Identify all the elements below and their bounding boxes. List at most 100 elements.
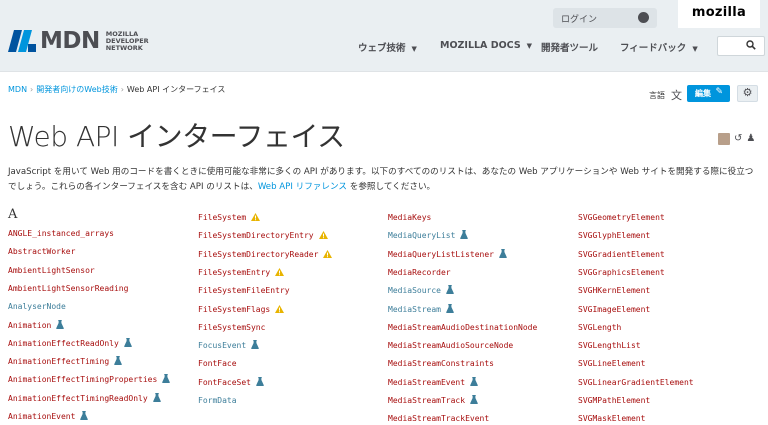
breadcrumb-separator: › — [30, 85, 34, 94]
interface-link[interactable]: SVGGradientElement — [578, 249, 665, 261]
mdn-logo[interactable]: MDN MOZILLA DEVELOPER NETWORK — [8, 28, 166, 54]
interface-link[interactable]: MediaKeys — [388, 212, 431, 224]
watch-icon[interactable]: ♟ — [746, 133, 755, 145]
login-label: ログイン — [561, 15, 598, 25]
interface-link[interactable]: SVGMPathElement — [578, 395, 650, 407]
interface-link[interactable]: ANGLE_instanced_arrays — [8, 228, 114, 240]
interface-link[interactable]: AbstractWorker — [8, 246, 75, 258]
interface-link[interactable]: SVGHKernElement — [578, 285, 650, 297]
interface-link[interactable]: SVGLineElement — [578, 358, 645, 370]
breadcrumb-link-mdn[interactable]: MDN — [8, 85, 27, 94]
interface-link[interactable]: SVGGlyphElement — [578, 230, 650, 242]
interface-link[interactable]: MediaStreamConstraints — [388, 358, 494, 370]
chevron-down-icon: ▼ — [692, 45, 698, 53]
interface-link[interactable]: MediaStream — [388, 304, 454, 316]
interface-link[interactable]: FileSystemDirectoryReader — [198, 249, 333, 261]
language-label[interactable]: 言語 — [649, 90, 665, 101]
interface-link[interactable]: MediaSource — [388, 285, 454, 297]
experimental-flask-icon — [114, 356, 122, 365]
interface-link[interactable]: AmbientLightSensorReading — [8, 283, 128, 295]
interface-name: MediaQueryList — [388, 231, 456, 240]
interface-link[interactable]: FileSystem — [198, 212, 261, 224]
interface-link[interactable]: AnimationEffectTimingProperties — [8, 374, 171, 386]
interface-link[interactable]: MediaStreamTrackEvent — [388, 413, 489, 425]
interface-link[interactable]: SVGImageElement — [578, 304, 650, 316]
interface-link[interactable]: SVGLengthList — [578, 340, 641, 352]
web-api-reference-link[interactable]: Web API リファレンス — [258, 182, 347, 192]
interface-name: MediaRecorder — [388, 268, 451, 277]
history-icon[interactable]: ↺ — [734, 133, 742, 145]
experimental-flask-icon — [162, 374, 171, 383]
breadcrumb-link-web-tech[interactable]: 開発者向けのWeb技術 — [36, 85, 117, 94]
interface-link[interactable]: MediaStreamAudioSourceNode — [388, 340, 513, 352]
experimental-flask-icon — [56, 320, 65, 329]
breadcrumb: MDN › 開発者向けのWeb技術 › Web API インターフェイス — [8, 84, 225, 95]
contributor-avatar[interactable] — [718, 133, 730, 145]
warning-icon — [275, 268, 285, 276]
interface-link[interactable]: SVGGeometryElement — [578, 212, 665, 224]
interface-link[interactable]: MediaQueryList — [388, 230, 469, 242]
intro-paragraph: JavaScript を用いて Web 用のコードを書くときに使用可能な非常に多… — [8, 165, 760, 195]
warning-icon — [323, 250, 333, 258]
interface-link[interactable]: FontFace — [198, 358, 237, 370]
interface-link[interactable]: FileSystemFlags — [198, 304, 285, 316]
login-button[interactable]: ログイン — [553, 8, 657, 28]
interface-link[interactable]: AnimationEffectTiming — [8, 356, 122, 368]
experimental-flask-icon — [460, 230, 469, 239]
interface-name: FormData — [198, 396, 237, 405]
interface-link[interactable]: AnimationEffectReadOnly — [8, 338, 132, 350]
translate-icon[interactable]: 文 — [671, 87, 682, 103]
page-meta-icons: ↺ ♟ — [718, 133, 755, 145]
interface-name: SVGLengthList — [578, 341, 641, 350]
interface-name: FontFaceSet — [198, 378, 251, 387]
interface-name: SVGGeometryElement — [578, 213, 665, 222]
breadcrumb-current: Web API インターフェイス — [126, 85, 226, 94]
breadcrumb-separator: › — [120, 85, 124, 94]
experimental-flask-icon — [256, 377, 264, 386]
interface-name: SVGHKernElement — [578, 286, 651, 295]
nav-developer-tools[interactable]: 開発者ツール — [541, 40, 598, 54]
interface-link[interactable]: FontFaceSet — [198, 377, 264, 389]
interface-link[interactable]: MediaStreamTrack — [388, 395, 478, 407]
interface-name: SVGGlyphElement — [578, 231, 651, 240]
mozilla-tab[interactable]: mozilla — [678, 0, 760, 28]
interface-link[interactable]: AnalyserNode — [8, 301, 66, 313]
interface-link[interactable]: MediaStreamAudioDestinationNode — [388, 322, 537, 334]
interface-link[interactable]: AmbientLightSensor — [8, 265, 95, 277]
interface-link[interactable]: AnimationEvent — [8, 411, 89, 423]
interface-link[interactable]: AnimationEffectTimingReadOnly — [8, 393, 161, 405]
interface-link[interactable]: SVGGraphicsElement — [578, 267, 665, 279]
interface-link[interactable]: MediaQueryListListener — [388, 249, 507, 261]
interface-link[interactable]: MediaStreamEvent — [388, 377, 478, 389]
interface-name: SVGMaskElement — [578, 414, 646, 423]
site-header: MDN MOZILLA DEVELOPER NETWORK ログイン mozil… — [0, 0, 768, 72]
github-icon — [638, 12, 649, 23]
interface-name: FileSystemSync — [198, 323, 266, 332]
interface-link[interactable]: FileSystemSync — [198, 322, 265, 334]
interface-link[interactable]: SVGLength — [578, 322, 621, 334]
experimental-flask-icon — [470, 395, 478, 404]
interface-link[interactable]: FileSystemFileEntry — [198, 285, 290, 297]
experimental-flask-icon — [123, 338, 132, 347]
edit-label: 編集 — [695, 89, 711, 98]
settings-button[interactable]: ⚙ — [737, 85, 758, 102]
experimental-flask-icon — [470, 377, 478, 386]
experimental-flask-icon — [499, 249, 507, 258]
interface-link[interactable]: Animation — [8, 320, 65, 332]
interface-link[interactable]: FormData — [198, 395, 237, 407]
interface-link[interactable]: SVGMaskElement — [578, 413, 645, 425]
nav-mozilla-docs[interactable]: MOZILLA DOCS ▼ — [440, 40, 532, 51]
search-input[interactable] — [717, 36, 765, 56]
interface-link[interactable]: FileSystemEntry — [198, 267, 285, 279]
interface-link[interactable]: FocusEvent — [198, 340, 260, 352]
interface-link[interactable]: FileSystemDirectoryEntry — [198, 230, 328, 242]
chevron-down-icon: ▼ — [411, 45, 417, 53]
nav-web-technology[interactable]: ウェブ技術 ▼ — [358, 40, 417, 54]
nav-feedback[interactable]: フィードバック ▼ — [620, 40, 698, 54]
edit-button[interactable]: 編集 ✎ — [687, 85, 730, 102]
experimental-flask-icon — [446, 304, 454, 313]
interface-name: SVGLinearGradientElement — [578, 378, 694, 387]
interface-link[interactable]: MediaRecorder — [388, 267, 451, 279]
interface-name: AmbientLightSensorReading — [8, 284, 129, 293]
interface-link[interactable]: SVGLinearGradientElement — [578, 377, 694, 389]
